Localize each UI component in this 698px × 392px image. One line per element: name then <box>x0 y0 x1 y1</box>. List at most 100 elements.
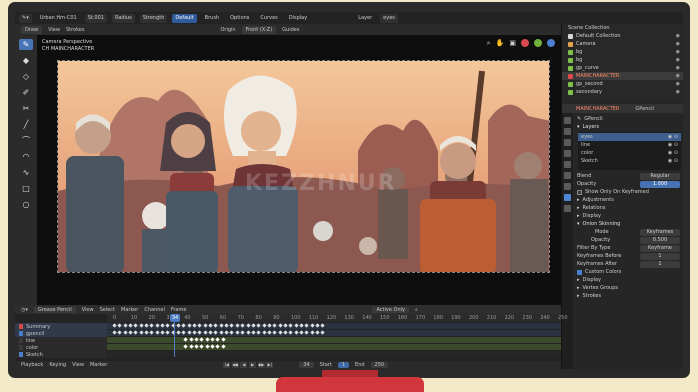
keyframe[interactable] <box>299 330 304 335</box>
onion-skinning-section[interactable]: ▾ Onion Skinning <box>574 220 683 228</box>
keyframe[interactable] <box>204 344 210 349</box>
keyframe[interactable] <box>256 323 261 328</box>
frame-field[interactable]: St.001 <box>84 13 107 23</box>
keyframe[interactable] <box>267 330 272 335</box>
keyframe[interactable] <box>304 323 309 328</box>
keyframe[interactable] <box>272 323 277 328</box>
keyframe[interactable] <box>139 330 144 335</box>
object-tab-icon[interactable] <box>564 172 571 179</box>
axis-x-icon[interactable] <box>521 39 529 47</box>
channel-row[interactable]: Summary <box>15 323 107 330</box>
keyframe[interactable] <box>213 323 219 328</box>
display-section[interactable]: ▸ Display <box>574 212 683 220</box>
vertex-groups-section[interactable]: ▸ Vertex Groups <box>574 284 683 292</box>
keyframe[interactable] <box>283 330 288 335</box>
keyframe[interactable] <box>210 337 215 342</box>
show-only-keyframed-checkbox[interactable] <box>577 189 582 195</box>
keyframe[interactable] <box>133 323 138 328</box>
keyframe[interactable] <box>149 323 154 328</box>
eye-icon[interactable]: ◉ <box>676 73 680 79</box>
erase-tool-icon[interactable]: ◇ <box>19 71 33 82</box>
jump-start-icon[interactable]: |◀ <box>223 361 231 368</box>
keyframe[interactable] <box>155 323 160 328</box>
filter-dropdown[interactable]: Keyframe <box>640 244 680 252</box>
eye-icon[interactable]: ◉ <box>676 65 680 71</box>
keyframe[interactable] <box>117 330 122 335</box>
keyframes-before-field[interactable]: 1 <box>640 252 680 260</box>
fill-tool-icon[interactable]: ◆ <box>19 55 33 66</box>
keyframe[interactable] <box>187 330 192 335</box>
view-menu[interactable]: View <box>48 27 60 33</box>
transport-view-menu[interactable]: View <box>72 362 84 368</box>
origin-dropdown[interactable]: Front (X-Z) <box>241 25 277 34</box>
keyframe-track[interactable] <box>107 337 561 343</box>
next-key-icon[interactable]: ◆▶ <box>257 361 265 368</box>
keyframe[interactable] <box>165 323 171 328</box>
keyframe-track[interactable] <box>107 351 561 357</box>
keyframe[interactable] <box>309 330 315 335</box>
eye-icon[interactable]: ◉ <box>676 81 680 87</box>
circle-tool-icon[interactable]: ○ <box>19 199 33 210</box>
current-frame-field[interactable]: 34 <box>299 362 314 368</box>
keyframe[interactable] <box>203 323 208 328</box>
keyframe[interactable] <box>251 323 256 328</box>
keyframe[interactable] <box>293 323 299 328</box>
layer-item[interactable]: line ◉ ⊙ <box>578 141 681 149</box>
keyframe[interactable] <box>112 330 117 335</box>
keyframe[interactable] <box>224 330 229 335</box>
keyframe[interactable] <box>283 323 288 328</box>
keyframe-track[interactable] <box>107 323 561 329</box>
tint-tool-icon[interactable]: ✐ <box>19 87 33 98</box>
transport-marker-menu[interactable]: Marker <box>90 362 107 368</box>
keyframe[interactable] <box>299 323 304 328</box>
layer-visibility-icon[interactable]: ◉ ⊙ <box>668 158 678 164</box>
keyframe[interactable] <box>160 323 165 328</box>
timeline-menu-marker[interactable]: Marker <box>121 307 138 313</box>
outliner-item[interactable]: Camera ◉ <box>562 40 683 48</box>
outliner-item[interactable]: Default Collection ◉ <box>562 32 683 40</box>
eye-icon[interactable]: ◉ <box>676 57 680 63</box>
playback-menu[interactable]: Playback <box>21 362 43 368</box>
keyframe[interactable] <box>183 337 188 342</box>
keyframe[interactable] <box>219 330 224 335</box>
keyframe[interactable] <box>210 344 215 349</box>
keyframe[interactable] <box>187 323 192 328</box>
onion-opacity-field[interactable]: 0.500 <box>640 236 680 244</box>
editor-type-icon[interactable]: ◷▾ <box>21 307 28 313</box>
keyframe[interactable] <box>199 337 204 342</box>
pan-hand-icon[interactable]: ✋ <box>496 39 505 48</box>
prev-key-icon[interactable]: ◀◆ <box>231 361 239 368</box>
keyframe[interactable] <box>194 337 199 342</box>
keyframe[interactable] <box>181 323 187 328</box>
axis-y-icon[interactable] <box>534 39 542 47</box>
strength-field[interactable]: Strength <box>139 13 168 23</box>
eye-icon[interactable]: ◉ <box>676 41 680 47</box>
timeline-menu-select[interactable]: Select <box>100 307 115 313</box>
outliner-item[interactable]: secondary ◉ <box>562 88 683 96</box>
custom-colors-row[interactable]: Custom Colors <box>574 268 683 276</box>
keyframe[interactable] <box>256 330 261 335</box>
keyframe[interactable] <box>320 323 325 328</box>
keyframe[interactable] <box>197 323 203 328</box>
menu-display[interactable]: Display <box>286 14 310 23</box>
keyframe[interactable] <box>277 323 283 328</box>
layer-item[interactable]: Sketch ◉ ⊙ <box>578 157 681 165</box>
keyframe[interactable] <box>144 323 149 328</box>
keyframe[interactable] <box>192 330 197 335</box>
keyframe[interactable] <box>240 323 245 328</box>
adjustments-section[interactable]: ▸ Adjustments <box>574 196 683 204</box>
channel-row[interactable]: line <box>15 337 107 344</box>
keyframe[interactable] <box>208 323 213 328</box>
3d-viewport[interactable]: Camera Perspective CH MAINCHARACTER ⌕ ✋ … <box>37 35 561 305</box>
keyframe[interactable] <box>139 323 144 328</box>
keyframe[interactable] <box>277 330 283 335</box>
keyframe[interactable] <box>183 344 188 349</box>
keyframe[interactable] <box>149 330 154 335</box>
dopesheet-mode-dropdown[interactable]: Grease Pencil <box>33 306 76 313</box>
channel-row[interactable]: gpencil <box>15 330 107 337</box>
onion-mode-dropdown[interactable]: Keyframes <box>640 228 680 236</box>
display2-section[interactable]: ▸ Display <box>574 276 683 284</box>
arc-tool-icon[interactable]: ◠ <box>19 151 33 162</box>
keyframe[interactable] <box>204 337 210 342</box>
datablock-row[interactable]: ✎ GPencil <box>574 115 683 123</box>
